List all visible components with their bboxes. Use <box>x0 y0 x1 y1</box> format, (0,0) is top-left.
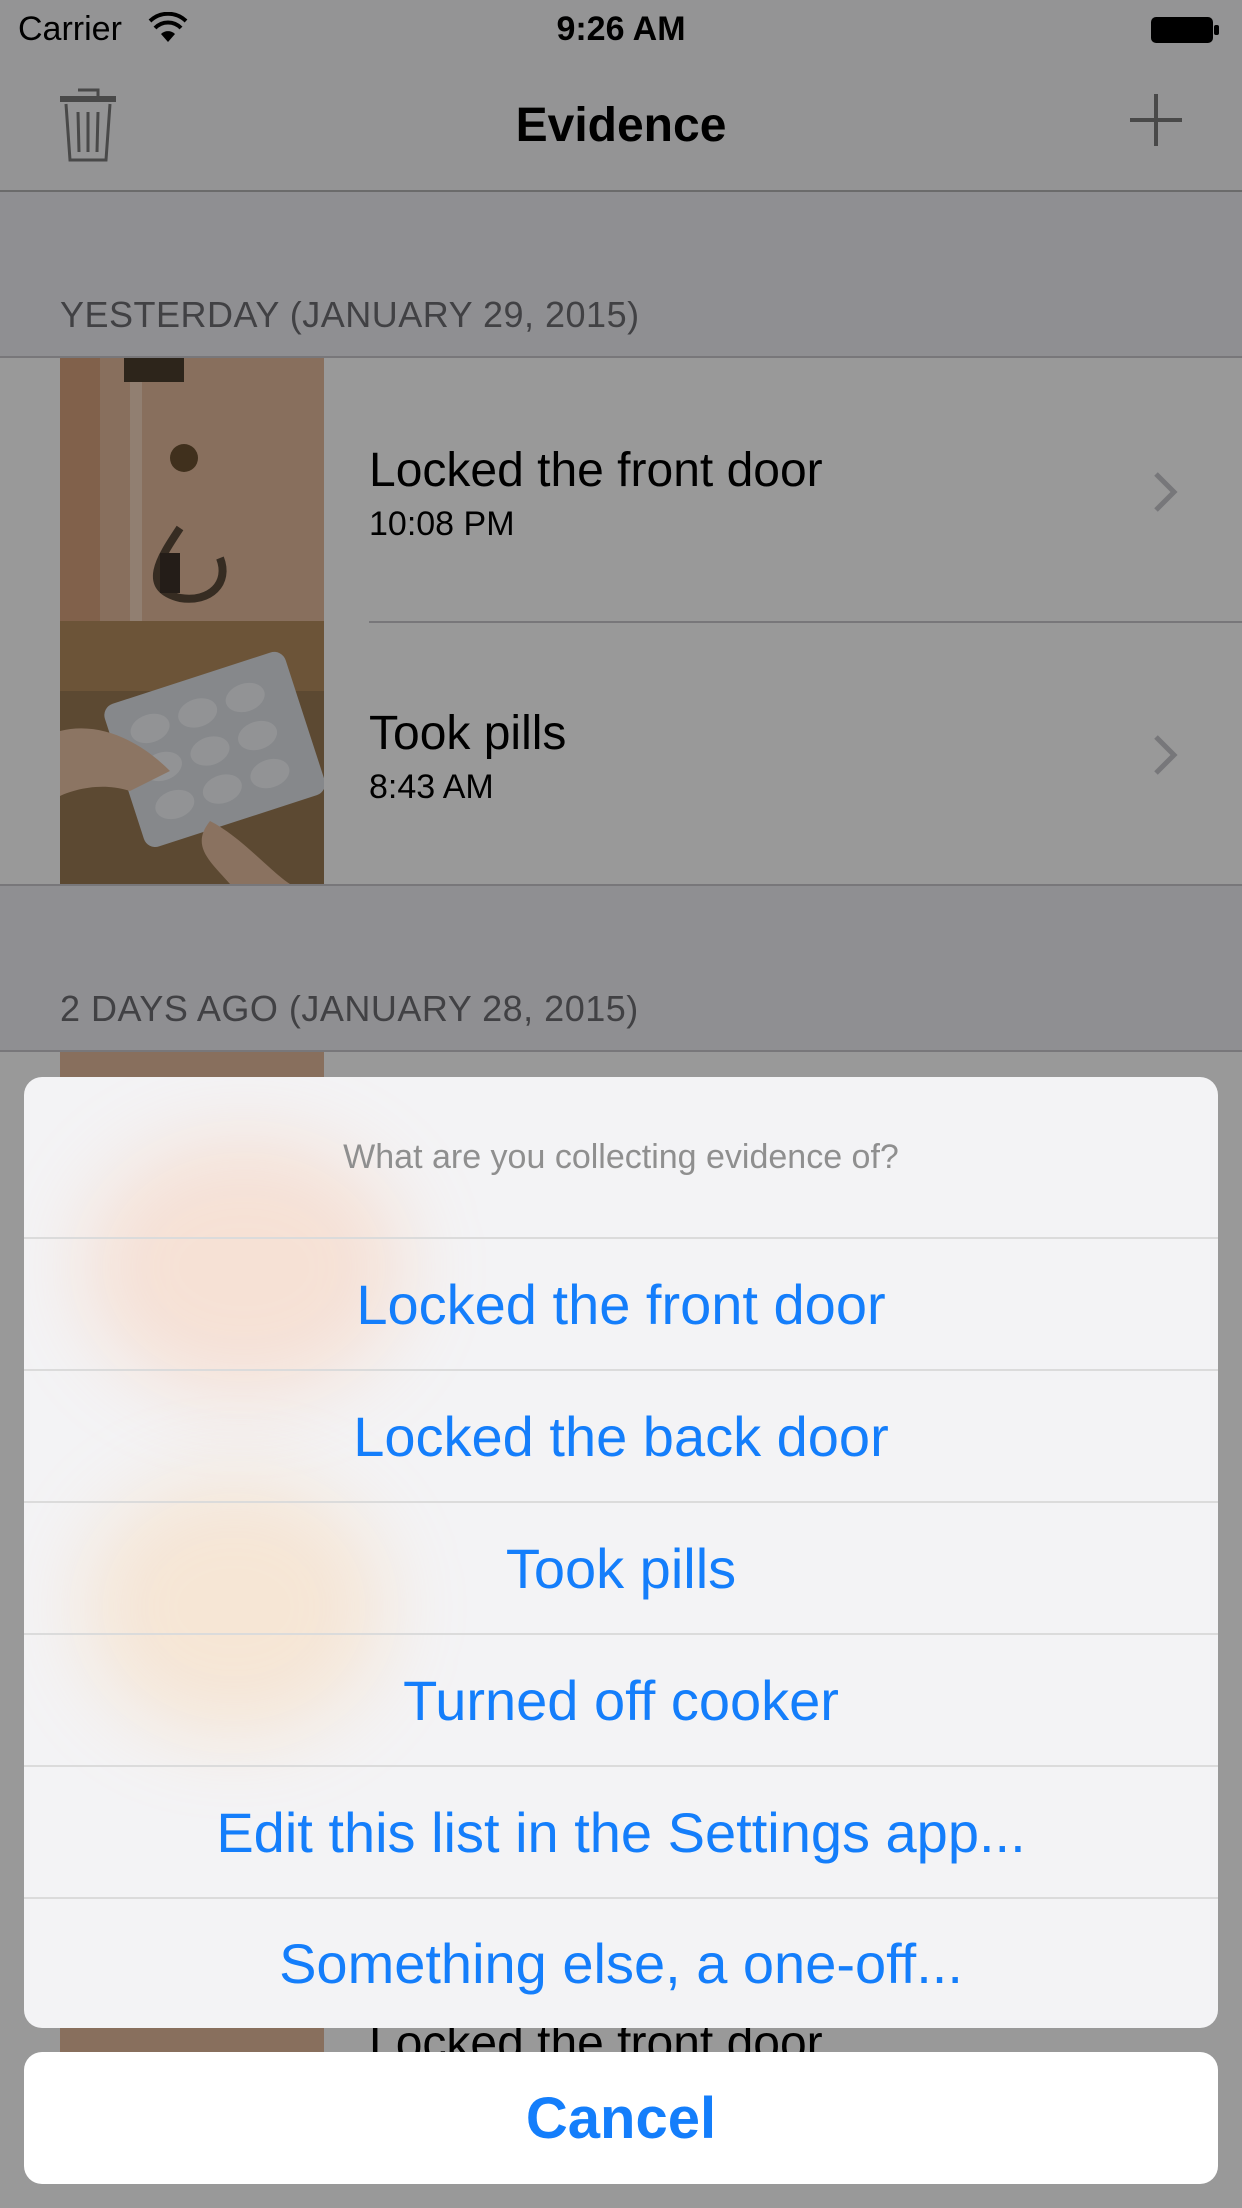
action-sheet-title: What are you collecting evidence of? <box>343 1137 899 1176</box>
option-something-else[interactable]: Something else, a one-off... <box>24 1897 1218 2028</box>
option-edit-list[interactable]: Edit this list in the Settings app... <box>24 1765 1218 1897</box>
option-locked-front-door[interactable]: Locked the front door <box>24 1237 1218 1369</box>
option-took-pills[interactable]: Took pills <box>24 1501 1218 1633</box>
action-sheet: What are you collecting evidence of? Loc… <box>24 1077 1218 2028</box>
cancel-button[interactable]: Cancel <box>24 2052 1218 2184</box>
option-turned-off-cooker[interactable]: Turned off cooker <box>24 1633 1218 1765</box>
option-locked-back-door[interactable]: Locked the back door <box>24 1369 1218 1501</box>
